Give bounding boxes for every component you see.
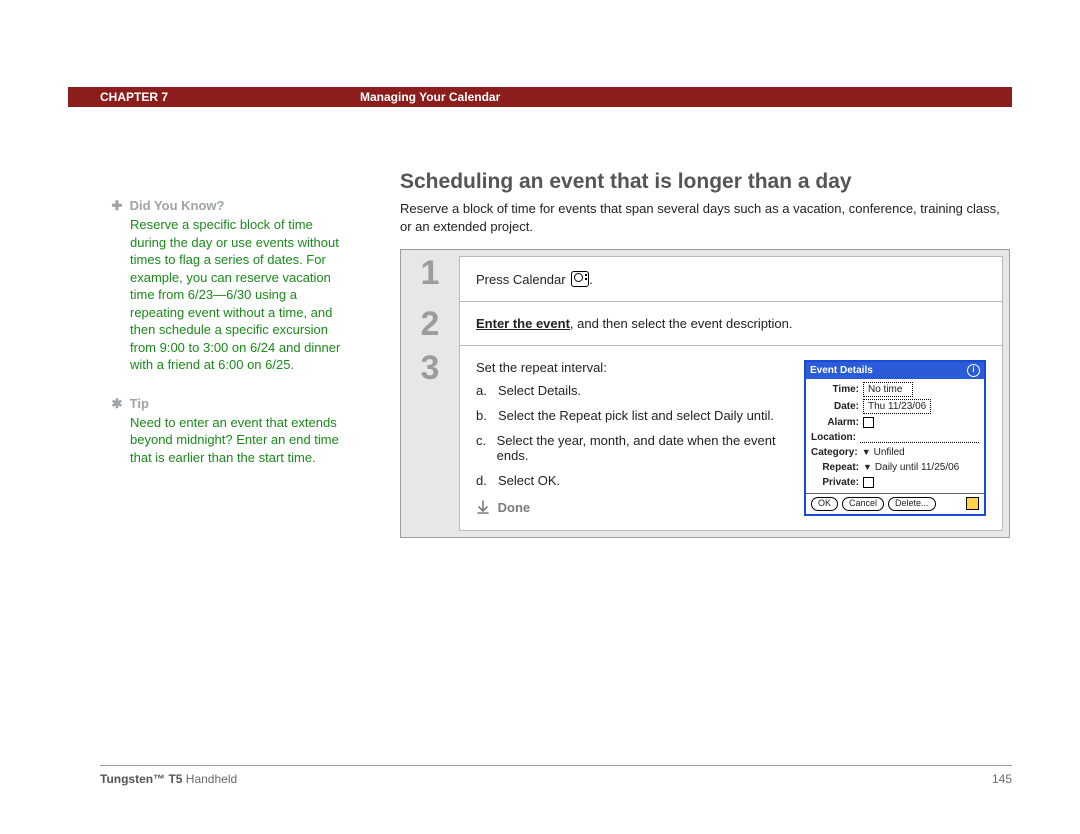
date-label: Date: — [811, 400, 863, 413]
repeat-value[interactable]: Daily until 11/25/06 — [875, 461, 959, 474]
tip-body: Need to enter an event that extends beyo… — [130, 414, 348, 467]
calendar-icon — [571, 271, 589, 287]
step-3-d: d.Select OK. — [476, 473, 784, 488]
step-3-content: Set the repeat interval: a.Select Detail… — [459, 345, 1003, 531]
tip-heading: ✱ Tip — [108, 396, 348, 412]
header-title: Managing Your Calendar — [360, 90, 500, 104]
event-details-buttons: OK Cancel Delete... — [806, 493, 984, 514]
location-label: Location: — [811, 431, 860, 444]
down-arrow-icon — [476, 500, 490, 517]
step-3-text: Set the repeat interval: a.Select Detail… — [476, 360, 784, 515]
ok-button[interactable]: OK — [811, 497, 838, 511]
page-number: 145 — [992, 772, 1012, 786]
info-icon[interactable]: i — [967, 364, 980, 377]
category-value[interactable]: Unfiled — [874, 446, 905, 459]
dropdown-icon[interactable]: ▼ — [863, 462, 872, 474]
steps-box: 1 Press Calendar . 2 Enter the event, an… — [400, 249, 1010, 538]
dropdown-icon[interactable]: ▼ — [862, 447, 871, 459]
event-details-titlebar: Event Details i — [806, 362, 984, 379]
location-field[interactable] — [860, 432, 979, 443]
dyk-heading: ✚ Did You Know? — [108, 198, 348, 214]
step-3-title: Set the repeat interval: — [476, 360, 784, 375]
event-details-dialog: Event Details i Time: No time Date: Thu … — [804, 360, 986, 516]
plus-icon: ✚ — [108, 198, 126, 214]
dyk-label: Did You Know? — [130, 198, 225, 213]
asterisk-icon: ✱ — [108, 396, 126, 412]
done-row: Done — [476, 498, 784, 515]
step-3-b: b.Select the Repeat pick list and select… — [476, 408, 784, 423]
cancel-button[interactable]: Cancel — [842, 497, 884, 511]
enter-event-link[interactable]: Enter the event — [476, 316, 570, 331]
step-3-list: a.Select Details. b.Select the Repeat pi… — [476, 383, 784, 488]
step-2-row: 2 Enter the event, and then select the e… — [401, 301, 1009, 345]
private-checkbox[interactable] — [863, 477, 874, 488]
did-you-know-block: ✚ Did You Know? Reserve a specific block… — [108, 198, 348, 374]
step-1-row: 1 Press Calendar . — [401, 250, 1009, 301]
step-3-row: 3 Set the repeat interval: a.Select Deta… — [401, 345, 1009, 537]
main-content: Scheduling an event that is longer than … — [400, 170, 1010, 538]
date-value[interactable]: Thu 11/23/06 — [863, 399, 931, 414]
dyk-body: Reserve a specific block of time during … — [130, 216, 348, 374]
repeat-label: Repeat: — [811, 461, 863, 474]
event-details-title: Event Details — [810, 364, 873, 377]
sidebar: ✚ Did You Know? Reserve a specific block… — [108, 198, 348, 489]
step-1-pre: Press Calendar — [476, 272, 569, 287]
product-name: Tungsten™ T5 Handheld — [100, 772, 237, 786]
step-2-content: Enter the event, and then select the eve… — [459, 301, 1003, 345]
step-3-c: c.Select the year, month, and date when … — [476, 433, 784, 463]
step-1-post: . — [589, 272, 593, 287]
alarm-label: Alarm: — [811, 416, 863, 429]
delete-button[interactable]: Delete... — [888, 497, 936, 511]
category-label: Category: — [811, 446, 862, 459]
section-intro: Reserve a block of time for events that … — [400, 200, 1010, 235]
tip-block: ✱ Tip Need to enter an event that extend… — [108, 396, 348, 467]
step-2-rest: , and then select the event description. — [570, 316, 793, 331]
section-heading: Scheduling an event that is longer than … — [400, 170, 1010, 194]
time-label: Time: — [811, 383, 863, 396]
private-label: Private: — [811, 476, 863, 489]
footer: Tungsten™ T5 Handheld 145 — [100, 765, 1012, 786]
done-label: Done — [498, 500, 531, 515]
header-bar: CHAPTER 7 Managing Your Calendar — [68, 87, 1012, 107]
tip-label: Tip — [130, 396, 149, 411]
alarm-checkbox[interactable] — [863, 417, 874, 428]
step-number-1: 1 — [401, 250, 459, 301]
step-number-3: 3 — [401, 345, 459, 537]
event-details-body: Time: No time Date: Thu 11/23/06 Alarm: — [806, 379, 984, 493]
step-1-content: Press Calendar . — [459, 256, 1003, 301]
time-value[interactable]: No time — [863, 382, 913, 397]
step-number-2: 2 — [401, 301, 459, 345]
chapter-label: CHAPTER 7 — [68, 90, 360, 104]
step-3-a: a.Select Details. — [476, 383, 784, 398]
note-icon[interactable] — [966, 497, 979, 510]
